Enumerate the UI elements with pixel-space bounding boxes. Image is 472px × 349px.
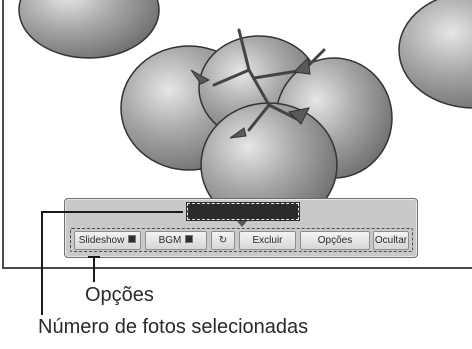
rotate-icon: ↻ xyxy=(218,235,228,246)
options-callout-line xyxy=(93,256,95,282)
slideshow-mark-icon xyxy=(128,235,137,244)
delete-button-label: Excluir xyxy=(252,235,283,246)
options-callout-label: Opções xyxy=(85,284,154,306)
bgm-mark-icon xyxy=(185,235,194,244)
hide-button[interactable]: Ocultar xyxy=(373,231,409,250)
options-callout-tick xyxy=(88,256,100,258)
selected-count-callout-line-horizontal xyxy=(41,211,183,213)
count-pointer xyxy=(237,221,247,227)
bgm-button-label: BGM xyxy=(158,235,182,246)
slideshow-button[interactable]: Slideshow xyxy=(74,231,141,250)
bgm-button[interactable]: BGM xyxy=(145,231,207,250)
options-buttons-row: Slideshow BGM ↻ Excluir Opções Ocultar xyxy=(70,228,413,252)
options-button[interactable]: Opções xyxy=(300,231,370,250)
photo-viewer-frame: Slideshow BGM ↻ Excluir Opções Ocultar xyxy=(2,0,472,269)
selected-photos-count xyxy=(186,202,300,221)
photo-toolbar: Slideshow BGM ↻ Excluir Opções Ocultar xyxy=(64,198,418,258)
delete-button[interactable]: Excluir xyxy=(239,231,296,250)
selected-count-callout-label: Número de fotos selecionadas xyxy=(38,316,309,338)
selected-count-callout-line-vertical xyxy=(41,211,43,315)
slideshow-button-label: Slideshow xyxy=(78,235,125,246)
rotate-button[interactable]: ↻ xyxy=(211,231,235,250)
options-button-label: Opções xyxy=(317,235,353,246)
hide-button-label: Ocultar xyxy=(374,235,408,246)
